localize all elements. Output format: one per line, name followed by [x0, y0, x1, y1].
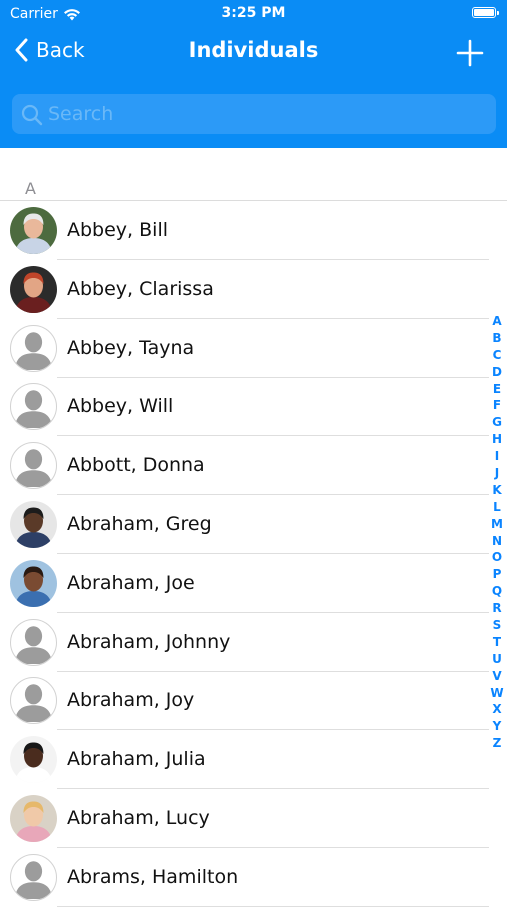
index-letter[interactable]: K — [488, 482, 506, 499]
contact-name: Abbey, Will — [67, 395, 174, 418]
avatar — [10, 559, 57, 607]
contact-name: Abraham, Johnny — [67, 630, 231, 653]
contact-name: Abbey, Bill — [67, 219, 169, 241]
contact-name: Abrams, Hamilton — [67, 865, 239, 888]
status-time: 3:25 PM — [221, 5, 286, 21]
index-letter[interactable]: F — [488, 397, 506, 414]
index-letter[interactable]: U — [488, 651, 506, 668]
index-letter[interactable]: J — [488, 465, 506, 482]
index-letter[interactable]: S — [488, 617, 506, 634]
avatar — [10, 736, 57, 784]
index-letter[interactable]: P — [488, 566, 506, 583]
avatar-placeholder-icon — [10, 677, 57, 725]
list-item[interactable]: Abraham, Lucy — [0, 789, 507, 848]
section-letter: A — [25, 179, 36, 198]
index-letter[interactable]: E — [488, 381, 506, 398]
list-item[interactable]: Abrams, Hamilton — [0, 848, 507, 907]
page-title: Individuals — [188, 38, 319, 62]
avatar-placeholder-icon — [10, 853, 57, 901]
contact-name: Abraham, Joy — [67, 689, 195, 712]
index-letter[interactable]: H — [488, 431, 506, 448]
search-bar — [12, 94, 496, 134]
index-letter[interactable]: Y — [488, 718, 506, 735]
contact-name: Abbey, Clarissa — [67, 277, 214, 300]
index-letter[interactable]: Z — [488, 735, 506, 752]
search-input[interactable] — [48, 94, 478, 134]
contact-name: Abraham, Lucy — [67, 807, 210, 829]
list-item[interactable]: Abraham, Johnny — [0, 613, 507, 672]
list-item[interactable]: Abraham, Greg — [0, 495, 507, 554]
index-letter[interactable]: Q — [488, 583, 506, 600]
list-item[interactable]: Abbey, Clarissa — [0, 260, 507, 319]
contact-name: Abbey, Tayna — [67, 336, 195, 359]
section-index[interactable]: ABCDEFGHIJKLMNOPQRSTUVWXYZ — [488, 313, 506, 752]
index-letter[interactable]: O — [488, 549, 506, 566]
avatar-placeholder-icon — [10, 442, 57, 490]
list-item[interactable]: Abraham, Joy — [0, 671, 507, 731]
search-icon — [21, 104, 43, 126]
avatar-placeholder-icon — [10, 383, 57, 431]
nav-bar: Back Individuals — [0, 28, 507, 78]
avatar — [10, 795, 57, 842]
index-letter[interactable]: B — [488, 330, 506, 347]
index-letter[interactable]: R — [488, 600, 506, 617]
avatar-placeholder-icon — [10, 618, 57, 666]
index-letter[interactable]: D — [488, 364, 506, 381]
list-item[interactable]: Abbott, Donna — [0, 436, 507, 496]
index-letter[interactable]: A — [488, 313, 506, 330]
list-item[interactable]: Abbey, Will — [0, 377, 507, 437]
index-letter[interactable]: X — [488, 701, 506, 718]
index-letter[interactable]: V — [488, 668, 506, 685]
header: Carrier 3:25 PM Back Individuals — [0, 0, 507, 148]
list-item[interactable]: Abraham, Joe — [0, 554, 507, 613]
avatar — [10, 501, 57, 548]
contact-name: Abraham, Julia — [67, 748, 206, 771]
index-letter[interactable]: G — [488, 414, 506, 431]
avatar — [10, 207, 57, 254]
status-bar: Carrier 3:25 PM — [0, 0, 507, 28]
avatar-placeholder-icon — [10, 324, 57, 372]
avatar — [10, 265, 57, 313]
section-header: A — [0, 148, 507, 201]
battery-icon — [472, 7, 499, 18]
plus-icon[interactable] — [455, 38, 485, 68]
contact-name: Abraham, Joe — [67, 571, 195, 594]
contact-name: Abbott, Donna — [67, 454, 205, 477]
list-item[interactable]: Abbey, Tayna — [0, 319, 507, 378]
contact-name: Abraham, Greg — [67, 513, 212, 535]
list-item[interactable]: Abraham, Julia — [0, 730, 507, 790]
index-letter[interactable]: W — [488, 685, 506, 702]
index-letter[interactable]: M — [488, 516, 506, 533]
index-letter[interactable]: C — [488, 347, 506, 364]
index-letter[interactable]: I — [488, 448, 506, 465]
index-letter[interactable]: T — [488, 634, 506, 651]
index-letter[interactable]: N — [488, 533, 506, 550]
index-letter[interactable]: L — [488, 499, 506, 516]
list-item[interactable]: Abbey, Bill — [0, 201, 507, 260]
